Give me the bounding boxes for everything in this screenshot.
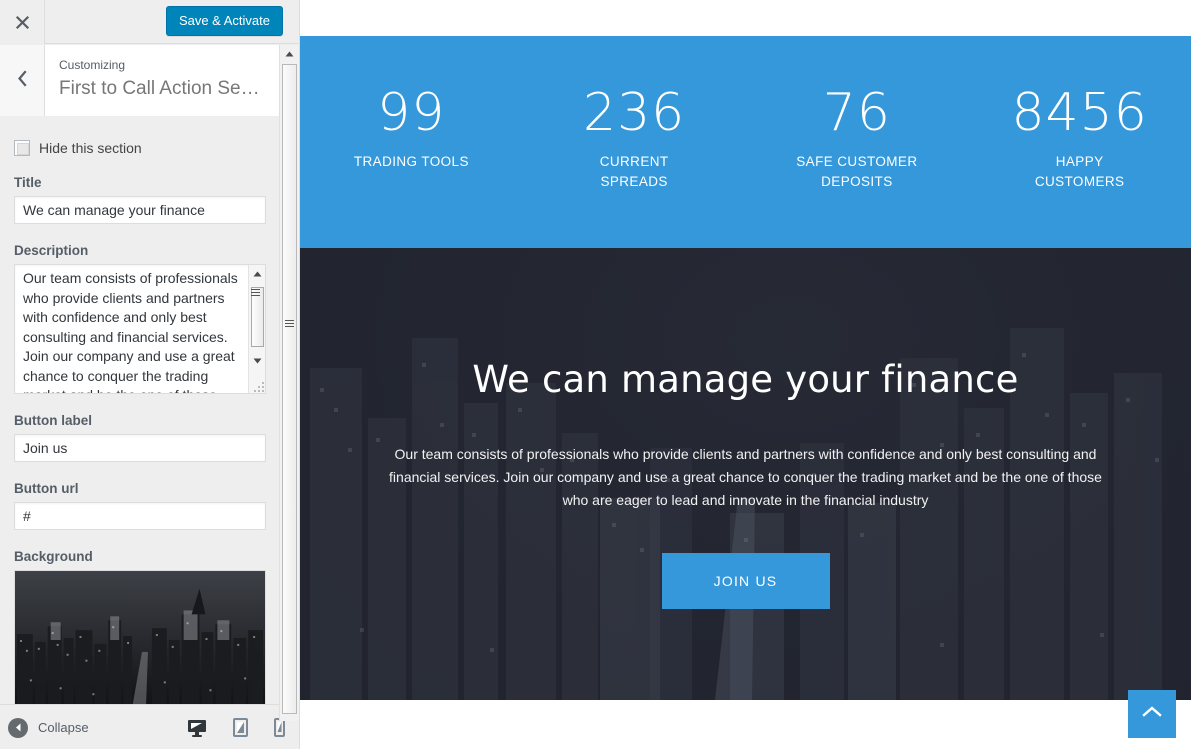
chevron-up-icon [1142,705,1162,723]
chevron-left-icon [16,69,29,92]
desktop-icon [188,719,206,737]
title-control: Title [14,175,266,224]
description-textarea[interactable] [14,264,266,394]
description-textarea-wrap [14,264,266,394]
background-control: Background [14,549,266,709]
stat-label: SAFE CUSTOMER DEPOSITS [796,154,918,189]
customizer-screen: Save & Activate Customizing First to Cal… [0,0,1191,749]
stat-label: TRADING TOOLS [353,154,469,169]
close-customizer-button[interactable] [0,0,45,44]
button-url-label: Button url [14,481,79,496]
scroll-down-arrow-icon[interactable] [249,352,266,369]
stat-item: 76 SAFE CUSTOMER DEPOSITS [746,36,969,248]
hero-content: We can manage your finance Our team cons… [300,248,1191,700]
sidebar-scroll-up-arrow-icon[interactable] [280,45,299,62]
section-controls: Hide this section Title Description [0,117,280,721]
title-label: Title [14,175,42,190]
stat-item: 8456 HAPPY CUSTOMERS [968,36,1191,248]
scroll-to-top-button[interactable] [1128,690,1176,738]
scrollbar-thumb-grip-icon [251,289,260,298]
device-preview-switcher [187,705,285,749]
hide-this-section-control[interactable]: Hide this section [14,140,266,156]
customizer-footer: Collapse [0,704,299,749]
city-skyline-icon [15,571,265,708]
close-icon [15,15,30,30]
background-image-thumbnail[interactable] [14,570,266,709]
hero-title: We can manage your finance [472,358,1019,401]
customizer-header: Save & Activate [0,0,299,44]
collapse-button[interactable]: Collapse [8,705,89,749]
hero-join-us-button[interactable]: JOIN US [661,553,830,609]
collapse-arrow-icon [8,717,28,738]
section-title-bar: Customizing First to Call Action Se… [0,45,299,116]
stat-label: CURRENT SPREADS [599,154,669,189]
hide-section-label: Hide this section [39,140,142,156]
sidebar-scrollbar[interactable] [279,45,299,721]
tablet-preview-button[interactable] [233,718,248,737]
call-to-action-hero: We can manage your finance Our team cons… [300,248,1191,700]
desktop-preview-button[interactable] [187,719,207,737]
title-input[interactable] [14,196,266,224]
stat-number: 99 [377,83,446,143]
stat-number: 236 [582,83,686,143]
stat-item: 236 CURRENT SPREADS [523,36,746,248]
section-name: First to Call Action Se… [59,78,260,99]
sidebar-scrollbar-grip-icon [285,320,294,329]
button-url-input[interactable] [14,502,266,530]
customizing-kicker: Customizing [59,58,126,72]
description-control: Description [14,243,266,394]
description-scrollbar[interactable] [248,265,265,393]
save-and-activate-button[interactable]: Save & Activate [165,6,283,36]
stat-label: HAPPY CUSTOMERS [1034,154,1125,189]
background-label: Background [14,549,93,564]
button-label-control: Button label [14,413,266,462]
button-label-input[interactable] [14,434,266,462]
description-label: Description [14,243,89,258]
stat-number: 76 [822,83,891,143]
hero-description: Our team consists of professionals who p… [389,446,1102,508]
textarea-resize-handle[interactable] [254,382,264,392]
button-url-control: Button url [14,481,266,530]
stats-section: 99 TRADING TOOLS 236 CURRENT SPREADS 76 … [300,36,1191,248]
site-preview: 99 TRADING TOOLS 236 CURRENT SPREADS 76 … [300,0,1191,749]
stat-item: 99 TRADING TOOLS [300,36,523,248]
scroll-up-arrow-icon[interactable] [249,265,266,282]
customizer-sidebar: Save & Activate Customizing First to Cal… [0,0,300,749]
hide-section-checkbox[interactable] [14,140,30,156]
sidebar-scrollbar-thumb[interactable] [282,64,297,714]
button-label-label: Button label [14,413,92,428]
section-titles: Customizing First to Call Action Se… [45,45,299,116]
collapse-label: Collapse [38,720,89,735]
tablet-icon [233,718,248,737]
back-button[interactable] [0,45,45,116]
stat-number: 8456 [1011,83,1148,143]
